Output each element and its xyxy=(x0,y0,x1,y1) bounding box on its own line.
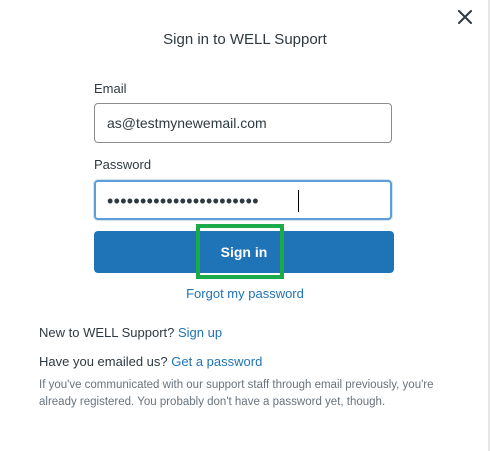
registration-note: If you've communicated with our support … xyxy=(39,379,434,408)
sign-in-button[interactable]: Sign in xyxy=(94,231,394,273)
get-password-prefix: Have you emailed us? xyxy=(39,354,168,369)
sign-up-link[interactable]: Sign up xyxy=(178,325,222,340)
sign-up-line: New to WELL Support? Sign up xyxy=(39,325,222,340)
forgot-password-link[interactable]: Forgot my password xyxy=(0,286,490,301)
password-masked-value: ••••••••••••••••••••••• xyxy=(107,191,259,211)
email-label: Email xyxy=(94,81,127,96)
sign-in-button-label: Sign in xyxy=(220,244,268,260)
close-icon xyxy=(458,10,472,24)
text-caret xyxy=(298,190,299,212)
email-field[interactable] xyxy=(94,103,392,143)
sign-in-dialog: Sign in to WELL Support Email Password •… xyxy=(0,0,490,451)
get-password-link[interactable]: Get a password xyxy=(171,354,262,369)
sign-up-prefix: New to WELL Support? xyxy=(39,325,175,340)
dialog-title: Sign in to WELL Support xyxy=(163,31,327,48)
get-password-line: Have you emailed us? Get a password xyxy=(39,354,262,369)
password-label: Password xyxy=(94,157,152,172)
close-button[interactable] xyxy=(454,6,476,28)
